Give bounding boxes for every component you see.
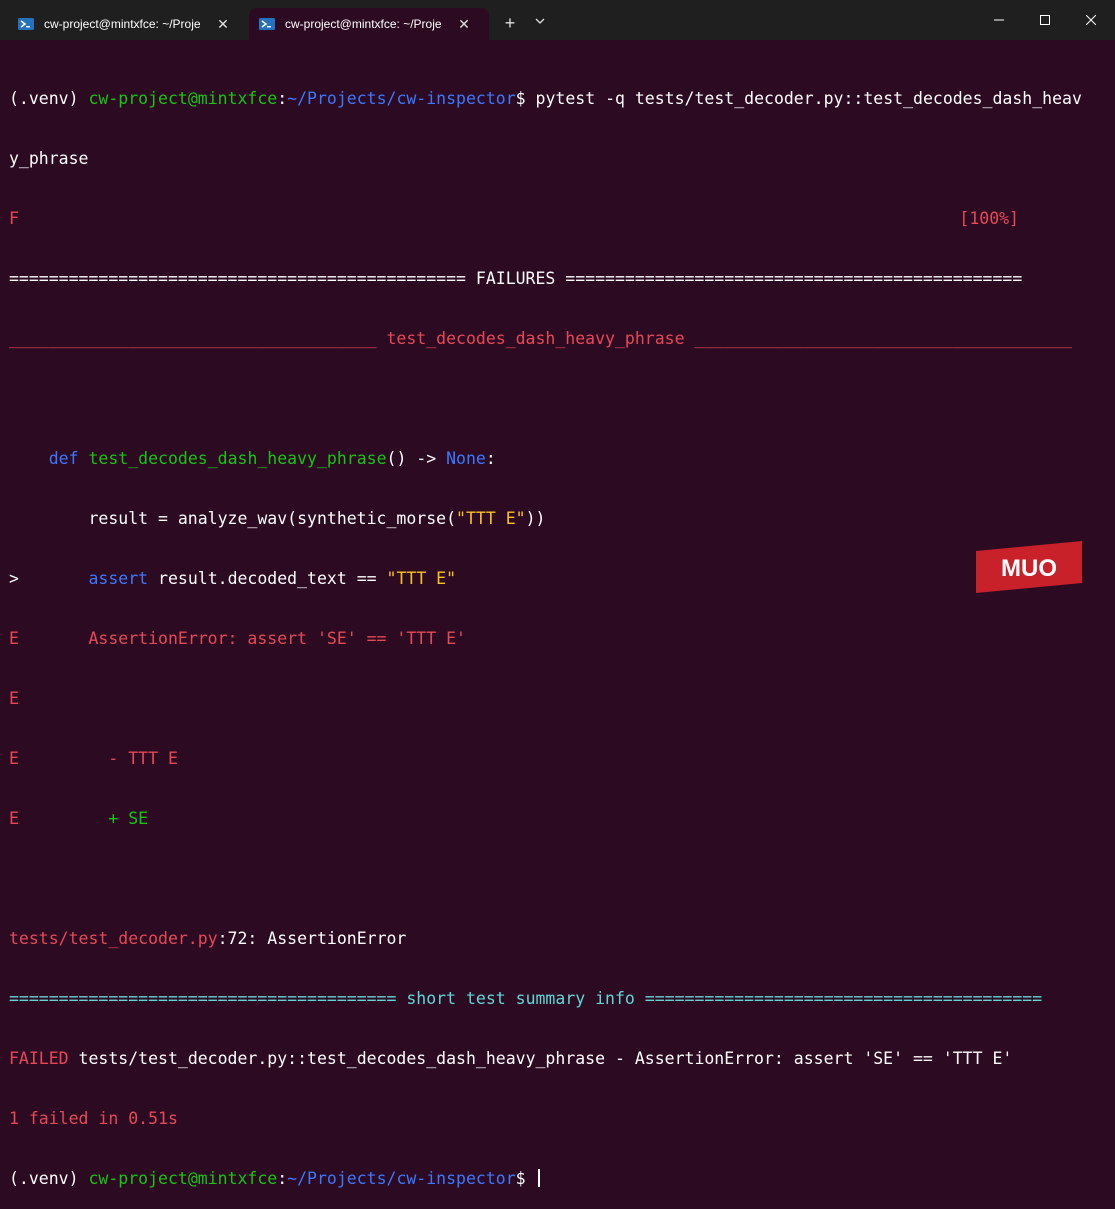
prompt-user: cw-project@mintxfce [88, 89, 278, 108]
failed-line: FAILED tests/test_decoder.py::test_decod… [9, 1049, 1109, 1069]
error-marker: E [9, 749, 19, 768]
tab-title: cw-project@mintxfce: ~/Proje [44, 17, 201, 31]
prompt-dollar: $ [515, 1169, 536, 1188]
close-icon [1085, 14, 1097, 26]
prompt-line[interactable]: (.venv) cw-project@mintxfce:~/Projects/c… [9, 1169, 1109, 1189]
prompt-colon: : [277, 89, 288, 108]
string-literal: "TTT E" [386, 569, 457, 588]
location-rest: :72: AssertionError [217, 929, 407, 948]
test-header: _____________________________________ te… [9, 329, 1072, 348]
progress-line: F [100%] [9, 209, 1109, 229]
prompt-venv: (.venv) [9, 89, 89, 108]
close-tab-icon[interactable]: ✕ [216, 17, 230, 31]
error-line: E - TTT E [9, 749, 1109, 769]
summary-rule-left: ======================================= [9, 989, 407, 1008]
summary-title: short test summary info [406, 989, 635, 1008]
command-line: (.venv) cw-project@mintxfce:~/Projects/c… [9, 89, 1109, 109]
failures-header: ========================================… [9, 269, 1023, 288]
signature-colon: : [485, 449, 496, 468]
tab-title: cw-project@mintxfce: ~/Proje [285, 17, 442, 31]
failed-detail: tests/test_decoder.py::test_decodes_dash… [68, 1049, 1013, 1068]
result-end: )) [525, 509, 546, 528]
diff-minus: - TTT E [18, 749, 178, 768]
function-name: test_decodes_dash_heavy_phrase [78, 449, 387, 468]
location-file: tests/test_decoder.py [9, 929, 218, 948]
command-text-wrap: y_phrase [9, 149, 89, 168]
error-line: E + SE [9, 809, 1109, 829]
def-keyword: def [48, 449, 79, 468]
error-location: tests/test_decoder.py:72: AssertionError [9, 929, 1109, 949]
code-line-result: result = analyze_wav(synthetic_morse("TT… [9, 509, 1109, 529]
summary-rule-right: ======================================== [634, 989, 1043, 1008]
error-message: AssertionError: assert 'SE' == 'TTT E' [18, 629, 466, 648]
assert-keyword: assert [88, 569, 149, 588]
error-marker: E [9, 629, 19, 648]
logo-text: MUO [1001, 555, 1057, 582]
result-assign: result = analyze_wav(synthetic_morse( [9, 509, 457, 528]
signature-rest: () -> [386, 449, 447, 468]
prompt-colon: : [277, 1169, 288, 1188]
code-line-assert: > assert result.decoded_text == "TTT E" [9, 569, 1109, 589]
progress-percent: [100%] [959, 209, 1019, 228]
prompt-path: ~/Projects/cw-inspector [287, 89, 516, 108]
error-line: E [9, 689, 1109, 709]
diff-plus: + SE [108, 809, 149, 828]
failure-pointer: > [9, 569, 19, 588]
result-line: 1 failed in 0.51s [9, 1109, 178, 1128]
command-text: pytest -q tests/test_decoder.py::test_de… [535, 89, 1082, 108]
assert-expression: result.decoded_text == [148, 569, 387, 588]
powershell-icon [18, 18, 34, 30]
error-marker: E [9, 689, 19, 708]
maximize-button[interactable] [1022, 0, 1068, 40]
failed-label: FAILED [9, 1049, 69, 1068]
tab-1[interactable]: cw-project@mintxfce: ~/Proje ✕ [8, 8, 244, 40]
tab-2[interactable]: cw-project@mintxfce: ~/Proje ✕ [249, 8, 489, 40]
prompt-user: cw-project@mintxfce [88, 1169, 278, 1188]
none-keyword: None [446, 449, 486, 468]
error-line: E AssertionError: assert 'SE' == 'TTT E' [9, 629, 1109, 649]
terminal-output[interactable]: (.venv) cw-project@mintxfce:~/Projects/c… [9, 49, 1109, 1188]
minimize-icon [994, 19, 1004, 21]
prompt-path: ~/Projects/cw-inspector [287, 1169, 516, 1188]
summary-header: ======================================= … [9, 989, 1109, 1009]
new-tab-button[interactable]: + [500, 12, 520, 34]
error-marker: E [9, 809, 19, 828]
command-line-wrap: y_phrase [9, 149, 1109, 169]
code-line-def: def test_decodes_dash_heavy_phrase() -> … [9, 449, 1109, 469]
muo-logo: MUO [976, 541, 1082, 593]
prompt-venv: (.venv) [9, 1169, 89, 1188]
chevron-down-icon [535, 18, 545, 24]
powershell-icon [259, 18, 275, 30]
close-tab-icon[interactable]: ✕ [457, 17, 471, 31]
tab-dropdown-button[interactable] [531, 12, 549, 34]
minimize-button[interactable] [976, 0, 1022, 40]
progress-marker: F [9, 209, 19, 228]
close-window-button[interactable] [1068, 0, 1114, 40]
string-literal: "TTT E" [456, 509, 526, 528]
title-bar: cw-project@mintxfce: ~/Proje ✕ cw-projec… [0, 0, 1115, 40]
prompt-dollar: $ [515, 89, 536, 108]
text-cursor [537, 1169, 540, 1187]
maximize-icon [1040, 15, 1050, 25]
